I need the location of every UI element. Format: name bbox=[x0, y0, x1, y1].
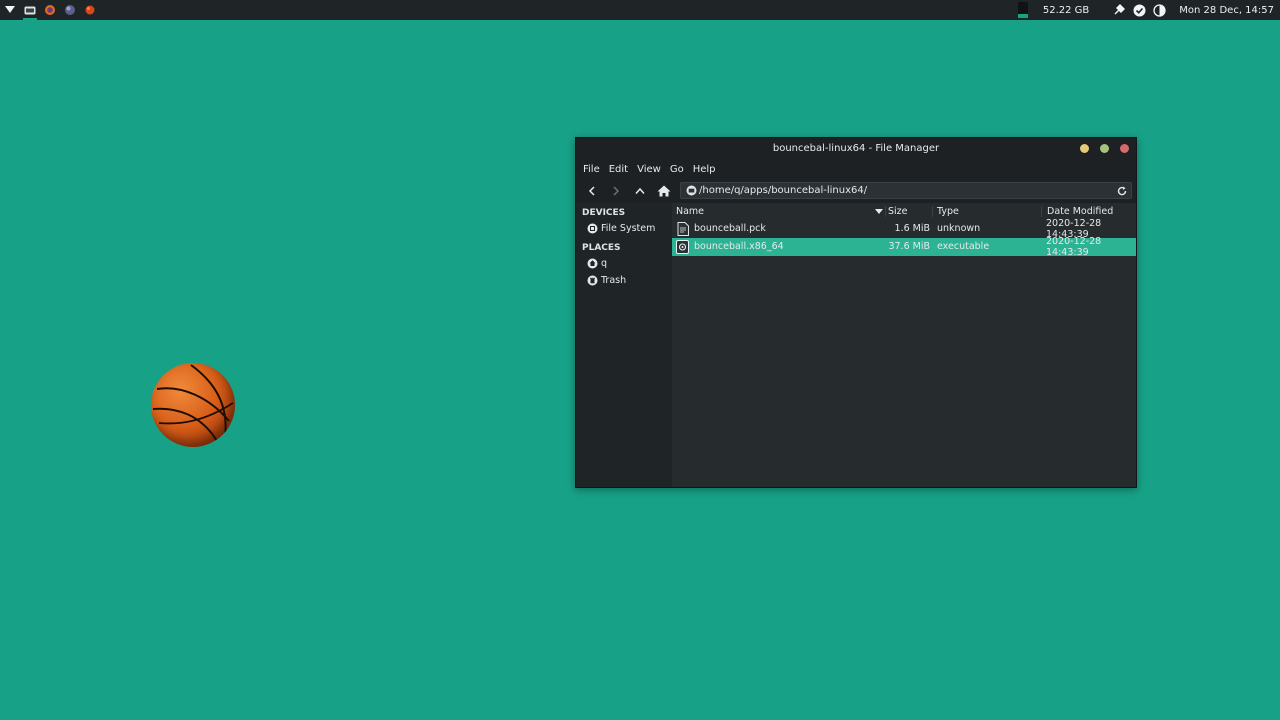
window-content: DEVICES File System PLACES q Trash Name … bbox=[576, 203, 1136, 487]
window-title: bouncebal-linux64 - File Manager bbox=[772, 143, 940, 154]
menu-file[interactable]: File bbox=[583, 164, 600, 175]
sidebar-item-label: File System bbox=[601, 223, 656, 234]
reload-icon[interactable] bbox=[1113, 186, 1131, 196]
menu-bar: File Edit View Go Help bbox=[576, 160, 1136, 179]
updates-check-icon[interactable] bbox=[1129, 0, 1149, 20]
menu-edit[interactable]: Edit bbox=[609, 164, 628, 175]
home-button[interactable] bbox=[652, 179, 676, 203]
file-name: bounceball.x86_64 bbox=[694, 241, 784, 252]
file-date-modified: 2020-12-28 14:43:39 bbox=[1046, 217, 1102, 240]
column-header-type[interactable]: Type bbox=[937, 203, 1037, 220]
sidebar-item-file-system[interactable]: File System bbox=[576, 220, 672, 237]
table-row[interactable]: bounceball.x86_64 37.6 MiB executable 20… bbox=[672, 235, 1136, 258]
file-unknown-icon bbox=[676, 221, 689, 236]
forward-button[interactable] bbox=[604, 179, 628, 203]
column-header-name[interactable]: Name bbox=[676, 203, 886, 220]
file-name: bounceball.pck bbox=[694, 223, 766, 234]
home-icon bbox=[587, 258, 598, 269]
menu-view[interactable]: View bbox=[637, 164, 661, 175]
close-button[interactable] bbox=[1120, 144, 1129, 153]
top-panel: 52.22 GB Mon 28 Dec, 14:57 bbox=[0, 0, 1280, 20]
sort-descending-icon[interactable] bbox=[875, 203, 885, 220]
folder-location-icon bbox=[683, 185, 699, 196]
file-manager-window: bouncebal-linux64 - File Manager File Ed… bbox=[575, 137, 1137, 488]
notifications-icon[interactable] bbox=[1109, 0, 1129, 20]
night-mode-icon[interactable] bbox=[1149, 0, 1169, 20]
back-button[interactable] bbox=[580, 179, 604, 203]
basketball-sprite bbox=[151, 363, 235, 447]
file-date-modified: 2020-12-28 14:43:39 bbox=[1046, 235, 1102, 258]
disk-usage-text: 52.22 GB bbox=[1042, 4, 1090, 16]
executable-icon bbox=[676, 239, 689, 254]
browser-task-icon[interactable] bbox=[60, 0, 80, 20]
file-manager-task-icon[interactable] bbox=[20, 0, 40, 20]
clock[interactable]: Mon 28 Dec, 14:57 bbox=[1179, 5, 1274, 16]
trash-icon bbox=[587, 275, 598, 286]
sidebar: DEVICES File System PLACES q Trash bbox=[576, 203, 672, 487]
location-path[interactable]: /home/q/apps/bouncebal-linux64/ bbox=[699, 185, 1113, 196]
sidebar-item-label: q bbox=[601, 258, 608, 269]
file-size: 1.6 MiB bbox=[894, 223, 930, 234]
disk-usage-indicator[interactable] bbox=[1015, 0, 1031, 20]
sidebar-item-home[interactable]: q bbox=[576, 255, 672, 272]
sidebar-header-places: PLACES bbox=[582, 243, 621, 253]
applications-menu-icon[interactable] bbox=[0, 0, 20, 20]
location-bar[interactable]: /home/q/apps/bouncebal-linux64/ bbox=[680, 182, 1132, 199]
parent-folder-button[interactable] bbox=[628, 179, 652, 203]
sidebar-item-label: Trash bbox=[601, 275, 627, 286]
file-size: 37.6 MiB bbox=[888, 241, 930, 252]
file-list: Name Size Type Date Modified bounceball.… bbox=[672, 203, 1136, 487]
maximize-button[interactable] bbox=[1100, 144, 1109, 153]
window-titlebar[interactable]: bouncebal-linux64 - File Manager bbox=[576, 138, 1136, 160]
column-header-size[interactable]: Size bbox=[888, 203, 933, 220]
sidebar-header-devices: DEVICES bbox=[582, 208, 626, 218]
menu-go[interactable]: Go bbox=[670, 164, 684, 175]
menu-help[interactable]: Help bbox=[693, 164, 716, 175]
drive-icon bbox=[587, 223, 598, 234]
firefox-task-icon[interactable] bbox=[40, 0, 60, 20]
file-type: unknown bbox=[937, 223, 981, 234]
bounceball-task-icon[interactable] bbox=[80, 0, 100, 20]
file-type: executable bbox=[937, 241, 990, 252]
toolbar: /home/q/apps/bouncebal-linux64/ bbox=[576, 179, 1136, 203]
sidebar-item-trash[interactable]: Trash bbox=[576, 272, 672, 289]
minimize-button[interactable] bbox=[1080, 144, 1089, 153]
